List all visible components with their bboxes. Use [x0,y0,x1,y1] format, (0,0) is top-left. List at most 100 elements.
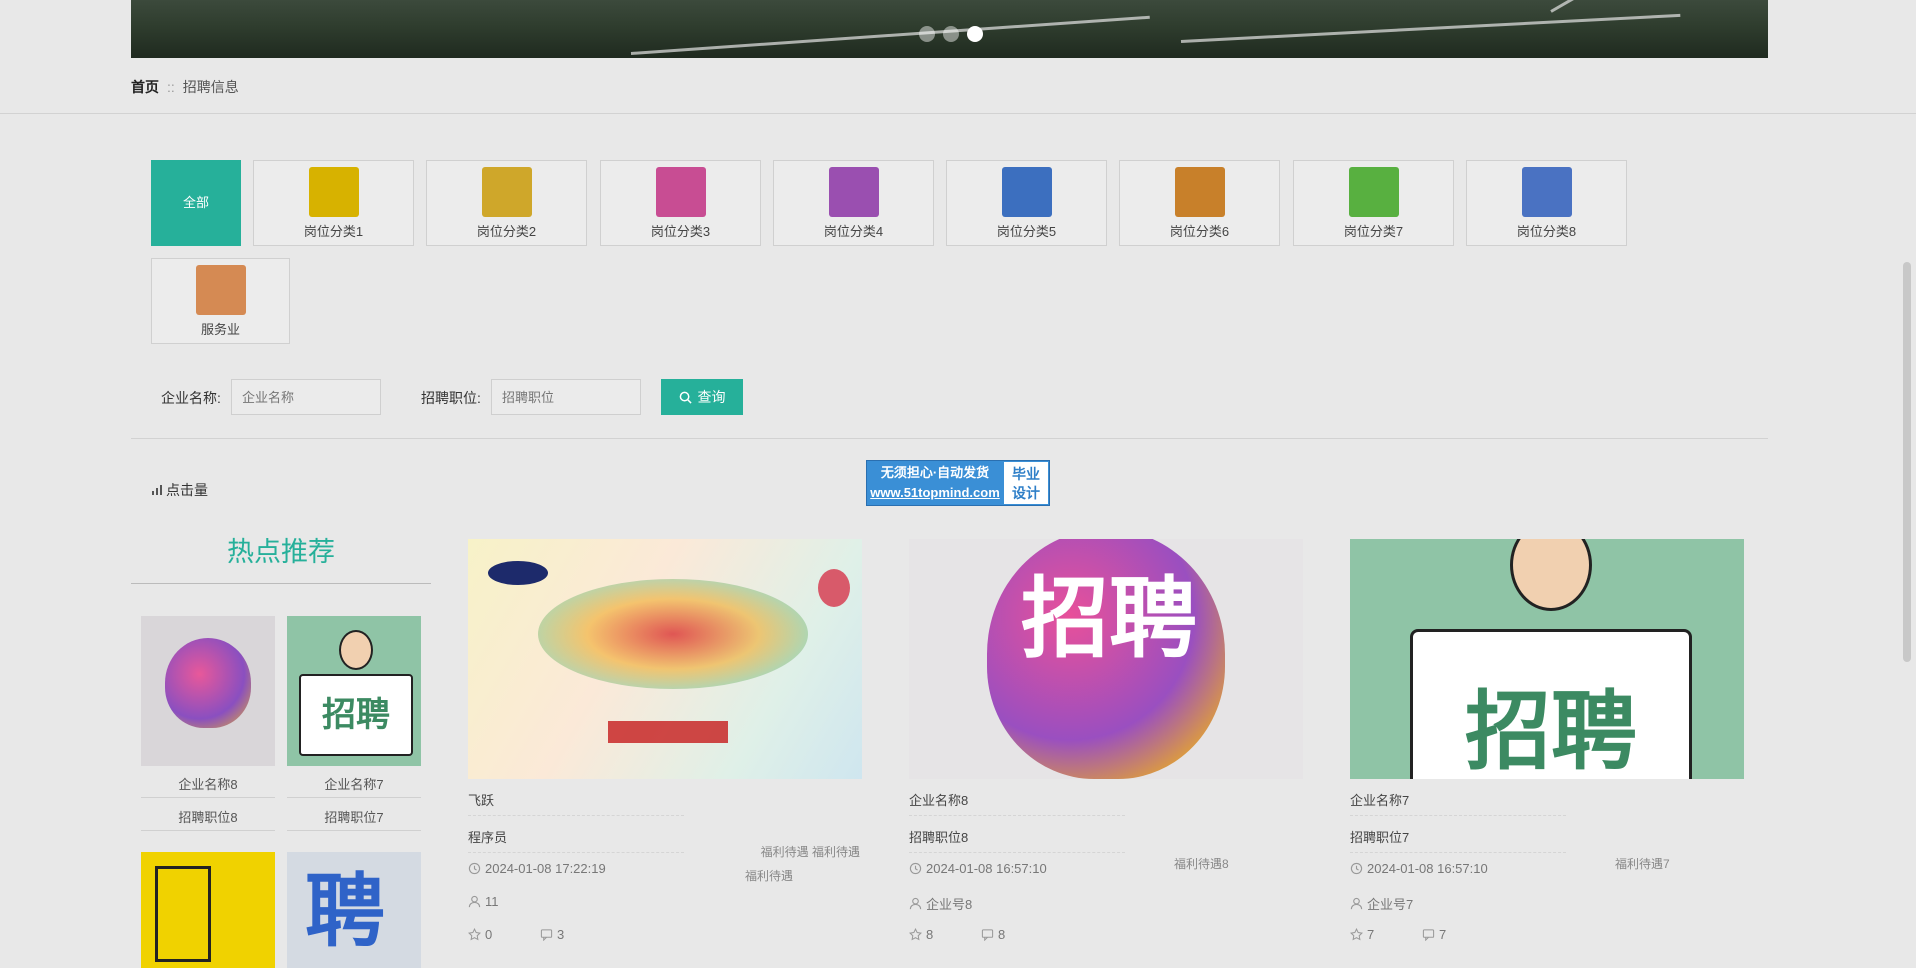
hot-item-1-position[interactable]: 招聘职位8 [141,807,275,831]
category-1[interactable]: 岗位分类1 [253,160,414,246]
hot-item-2-image[interactable]: 招聘 [287,616,421,766]
card-1-account: 11 [468,894,499,909]
card-2-likes[interactable]: 8 [909,927,933,942]
card-2-image[interactable]: 招聘 [909,539,1303,779]
category-5-thumb [1001,167,1052,217]
sort-label: 点击量 [166,482,208,498]
card-1-company[interactable]: 飞跃 [468,790,684,816]
card-3-comments[interactable]: 7 [1422,927,1446,942]
card-1-welfare: 福利待遇 福利待遇 福利待遇 [700,840,860,888]
card-1-time-text: 2024-01-08 17:22:19 [485,861,606,876]
ad-banner[interactable]: 无须担心·自动发货 www.51topmind.com 毕业 设计 [866,460,1050,506]
category-all[interactable]: 全部 [151,160,241,246]
card-1-time: 2024-01-08 17:22:19 [468,861,606,876]
user-icon [909,897,922,910]
hot-item-2-position[interactable]: 招聘职位7 [287,807,421,831]
card-1-comments[interactable]: 3 [540,927,564,942]
search-button-label: 查询 [697,389,726,405]
ad-right-top: 毕业 [1012,466,1040,482]
hot-recommend-title: 热点推荐 [227,537,335,567]
category-label: 服务业 [200,322,240,337]
company-filter-label: 企业名称: [161,390,221,406]
carousel-dot-2[interactable] [943,26,959,42]
position-search-input[interactable] [491,379,641,415]
search-icon [679,391,692,404]
star-icon [468,928,481,941]
category-6[interactable]: 岗位分类6 [1119,160,1280,246]
card-1-welfare-line2: 福利待遇 [744,869,793,883]
breadcrumb: 首页:: 招聘信息 [131,77,239,97]
position-filter-label: 招聘职位: [421,390,481,406]
card-3-image[interactable]: 招聘 [1350,539,1744,779]
card-1-welfare-line1: 福利待遇 福利待遇 [760,845,860,859]
ad-line1: 无须担心·自动发货 [880,465,990,480]
hot-item-1-image[interactable] [141,616,275,766]
breadcrumb-separator: :: [167,79,175,95]
card-3-company[interactable]: 企业名称7 [1350,790,1566,816]
card-1-image[interactable] [468,539,862,779]
star-icon [909,928,922,941]
user-icon [468,895,481,908]
banner-carousel[interactable] [131,0,1768,58]
carousel-dot-3[interactable] [967,26,983,42]
card-2-time: 2024-01-08 16:57:10 [909,861,1047,876]
card-3-likes[interactable]: 7 [1350,927,1374,942]
ad-right-bottom: 设计 [1012,485,1040,501]
category-label: 岗位分类7 [1343,224,1404,239]
hot-item-2-company[interactable]: 企业名称7 [287,774,421,798]
card-3-position[interactable]: 招聘职位7 [1350,827,1566,853]
category-3-thumb [655,167,706,217]
page-scrollbar[interactable] [1903,262,1911,662]
hot-item-3-image[interactable] [141,852,275,968]
card-3-likes-count: 7 [1367,927,1375,942]
card-1-position[interactable]: 程序员 [468,827,684,853]
hot-item-1-company[interactable]: 企业名称8 [141,774,275,798]
card-3-time: 2024-01-08 16:57:10 [1350,861,1488,876]
comment-icon [981,929,994,941]
card-3-time-text: 2024-01-08 16:57:10 [1367,861,1488,876]
category-label: 岗位分类5 [996,224,1057,239]
carousel-dot-1[interactable] [919,26,935,42]
clock-icon [468,862,481,875]
search-button[interactable]: 查询 [661,379,743,415]
category-3[interactable]: 岗位分类3 [600,160,761,246]
comment-icon [540,929,553,941]
card-3-account-text: 企业号7 [1367,897,1414,912]
card-2-company[interactable]: 企业名称8 [909,790,1125,816]
category-7[interactable]: 岗位分类7 [1293,160,1454,246]
card-2-likes-count: 8 [926,927,934,942]
category-6-thumb [1174,167,1225,217]
bar-chart-icon [152,485,162,495]
company-search-input[interactable] [231,379,381,415]
filter-divider [131,438,1768,439]
card-2-account-text: 企业号8 [926,897,973,912]
category-label: 岗位分类4 [823,224,884,239]
category-label: 岗位分类1 [303,224,364,239]
star-icon [1350,928,1363,941]
card-3-account: 企业号7 [1350,894,1413,913]
category-5[interactable]: 岗位分类5 [946,160,1107,246]
category-4[interactable]: 岗位分类4 [773,160,934,246]
category-label: 岗位分类2 [476,224,537,239]
card-1-likes-count: 0 [485,927,493,942]
category-label: 岗位分类6 [1169,224,1230,239]
card-2-position[interactable]: 招聘职位8 [909,827,1125,853]
hot-item-4-image[interactable]: 聘 [287,852,421,968]
category-service[interactable]: 服务业 [151,258,290,344]
card-2-comments[interactable]: 8 [981,927,1005,942]
breadcrumb-home[interactable]: 首页 [131,79,159,95]
card-2-welfare: 福利待遇8 [1174,857,1229,871]
category-7-thumb [1348,167,1399,217]
card-3-welfare: 福利待遇7 [1615,857,1670,871]
category-2[interactable]: 岗位分类2 [426,160,587,246]
card-1-likes[interactable]: 0 [468,927,492,942]
comment-icon [1422,929,1435,941]
category-2-thumb [481,167,532,217]
category-8[interactable]: 岗位分类8 [1466,160,1627,246]
card-1-account-text: 11 [485,894,499,909]
card-2-comments-count: 8 [998,927,1006,942]
clock-icon [909,862,922,875]
card-3-comments-count: 7 [1439,927,1447,942]
category-1-thumb [308,167,359,217]
sort-by-clicks[interactable]: 点击量 [151,480,208,500]
